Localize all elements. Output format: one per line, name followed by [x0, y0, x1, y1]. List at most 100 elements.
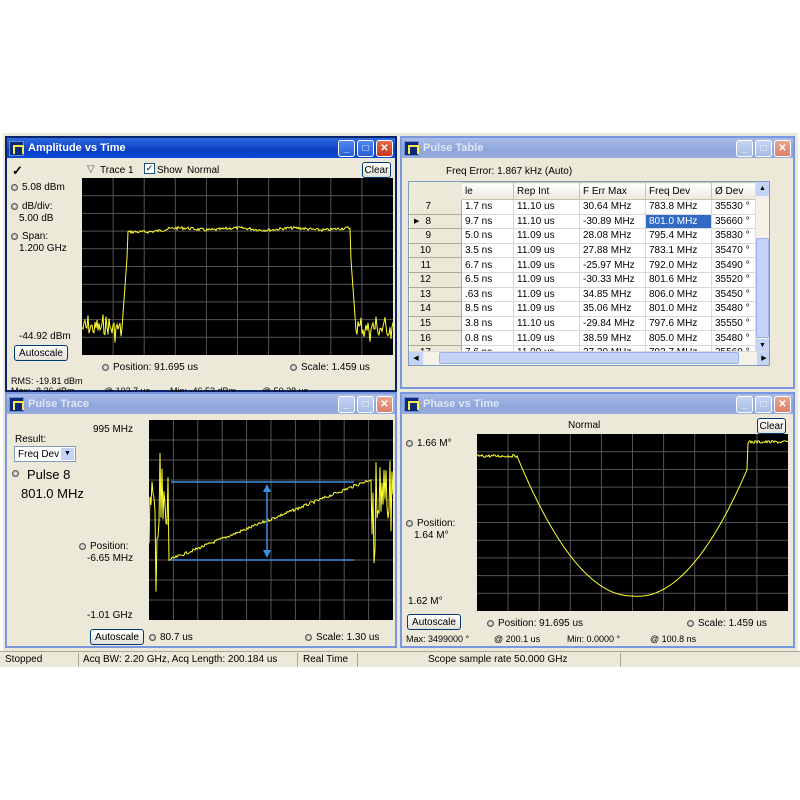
- table-cell[interactable]: 5.0 ns: [461, 228, 514, 244]
- top-value[interactable]: 1.66 M°: [406, 438, 452, 449]
- table-cell[interactable]: 801.0 MHz: [645, 301, 712, 317]
- minimize-button[interactable]: _: [736, 139, 753, 157]
- clear-button[interactable]: Clear: [757, 418, 786, 434]
- table-cell[interactable]: 11.10 us: [513, 199, 580, 215]
- table-cell[interactable]: 6.7 ns: [461, 257, 514, 273]
- table-cell[interactable]: 805.0 MHz: [645, 330, 712, 346]
- pulse-table-window[interactable]: Pulse Table _ □ ✕ Freq Error: 1.867 kHz …: [400, 136, 795, 389]
- table-row[interactable]: 11 6.7 ns 11.09 us -25.97 MHz 792.0 MHz 35490…: [409, 257, 769, 273]
- ref-level-value[interactable]: 5.08 dBm: [11, 182, 65, 193]
- table-cell[interactable]: 783.8 MHz: [645, 199, 712, 215]
- table-row[interactable]: 16 0.8 ns 11.09 us 38.59 MHz 805.0 MHz 35480 …: [409, 330, 769, 346]
- table-cell[interactable]: 11.09 us: [513, 257, 580, 273]
- row-number-cell[interactable]: 12: [409, 271, 462, 288]
- horizontal-scrollbar[interactable]: ◀ ▶: [409, 351, 769, 365]
- row-number-cell[interactable]: 16: [409, 330, 462, 346]
- table-cell[interactable]: 11.09 us: [513, 228, 580, 244]
- autoscale-button[interactable]: Autoscale: [14, 345, 68, 361]
- table-cell[interactable]: 35.06 MHz: [579, 301, 646, 317]
- table-cell[interactable]: 6.5 ns: [461, 271, 514, 288]
- pulse-table-titlebar[interactable]: Pulse Table _ □ ✕: [402, 138, 793, 158]
- table-cell[interactable]: -25.97 MHz: [579, 257, 646, 273]
- phase-plot[interactable]: [477, 434, 788, 611]
- clear-button[interactable]: Clear: [362, 162, 391, 178]
- table-cell[interactable]: -30.89 MHz: [579, 213, 646, 230]
- time-readout[interactable]: 80.7 us: [149, 632, 193, 643]
- dbdiv-label[interactable]: dB/div:: [11, 201, 53, 212]
- table-row[interactable]: 14 8.5 ns 11.09 us 35.06 MHz 801.0 MHz 35480 …: [409, 301, 769, 317]
- scroll-up-arrow[interactable]: ▲: [756, 182, 769, 196]
- table-cell[interactable]: 8.5 ns: [461, 301, 514, 317]
- table-row[interactable]: 12 6.5 ns 11.09 us -30.33 MHz 801.6 MHz 35520…: [409, 271, 769, 288]
- table-cell[interactable]: 11.09 us: [513, 301, 580, 317]
- table-row[interactable]: 9 5.0 ns 11.09 us 28.08 MHz 795.4 MHz 35830 °: [409, 228, 769, 244]
- phase-titlebar[interactable]: Phase vs Time _ □ ✕: [402, 394, 793, 414]
- chevron-down-icon[interactable]: ▼: [61, 448, 74, 460]
- maximize-button[interactable]: □: [755, 139, 772, 157]
- table-cell[interactable]: 9.7 ns: [461, 213, 514, 230]
- table-cell[interactable]: 801.6 MHz: [645, 271, 712, 288]
- pulse-table[interactable]: le Rep Int F Err Max Freq Dev Ø Dev 7 1.7…: [408, 181, 770, 366]
- minimize-button[interactable]: _: [338, 395, 355, 413]
- phase-vs-time-window[interactable]: Phase vs Time _ □ ✕ Normal Clear 1.66 M°…: [400, 392, 795, 648]
- table-cell[interactable]: 3.8 ns: [461, 315, 514, 332]
- span-label[interactable]: Span:: [11, 231, 48, 242]
- table-cell[interactable]: 11.10 us: [513, 315, 580, 332]
- close-button[interactable]: ✕: [774, 395, 791, 413]
- table-cell[interactable]: 3.5 ns: [461, 242, 514, 259]
- pulse-trace-titlebar[interactable]: Pulse Trace _ □ ✕: [7, 394, 395, 414]
- vertical-scrollbar[interactable]: ▲ ▼: [755, 182, 769, 353]
- amplitude-titlebar[interactable]: Amplitude vs Time _ □ ✕: [7, 138, 395, 158]
- row-number-cell[interactable]: 15: [409, 315, 462, 332]
- close-button[interactable]: ✕: [376, 139, 393, 157]
- table-cell[interactable]: 11.09 us: [513, 242, 580, 259]
- table-cell[interactable]: 1.7 ns: [461, 199, 514, 215]
- pulse-trace-plot[interactable]: [149, 420, 393, 620]
- row-number-cell[interactable]: 9: [409, 228, 462, 244]
- table-cell[interactable]: 801.0 MHz: [645, 213, 712, 230]
- row-number-cell[interactable]: 11: [409, 257, 462, 273]
- scale-readout[interactable]: Scale: 1.459 us: [290, 362, 370, 373]
- autoscale-button[interactable]: Autoscale: [407, 614, 461, 630]
- minimize-button[interactable]: _: [338, 139, 355, 157]
- close-button[interactable]: ✕: [774, 139, 791, 157]
- close-button[interactable]: ✕: [376, 395, 393, 413]
- row-number-cell[interactable]: 8 ▶: [409, 213, 462, 230]
- trace-selector[interactable]: Trace 1: [100, 165, 134, 176]
- maximize-button[interactable]: □: [357, 139, 374, 157]
- scroll-thumb[interactable]: [439, 352, 739, 364]
- table-row[interactable]: 7 1.7 ns 11.10 us 30.64 MHz 783.8 MHz 35530 °: [409, 199, 769, 215]
- table-cell[interactable]: 0.8 ns: [461, 330, 514, 346]
- table-cell[interactable]: 11.09 us: [513, 286, 580, 303]
- table-cell[interactable]: -29.84 MHz: [579, 315, 646, 332]
- row-number-cell[interactable]: 13: [409, 286, 462, 303]
- column-header[interactable]: le: [461, 182, 514, 200]
- scale-readout[interactable]: Scale: 1.30 us: [305, 632, 379, 643]
- table-cell[interactable]: 783.1 MHz: [645, 242, 712, 259]
- scroll-right-arrow[interactable]: ▶: [757, 352, 769, 365]
- pulse-trace-window[interactable]: Pulse Trace _ □ ✕ 995 MHz Result: Freq D…: [5, 392, 397, 648]
- column-header[interactable]: Freq Dev: [645, 182, 712, 200]
- table-cell[interactable]: 792.0 MHz: [645, 257, 712, 273]
- table-row[interactable]: 10 3.5 ns 11.09 us 27.88 MHz 783.1 MHz 35470 …: [409, 242, 769, 259]
- show-checkbox[interactable]: ✓: [144, 163, 155, 174]
- table-cell[interactable]: 38.59 MHz: [579, 330, 646, 346]
- position-readout[interactable]: Position: 91.695 us: [487, 618, 583, 629]
- column-header[interactable]: F Err Max: [579, 182, 646, 200]
- row-number-cell[interactable]: 14: [409, 301, 462, 317]
- table-cell[interactable]: .63 ns: [461, 286, 514, 303]
- table-cell[interactable]: 30.64 MHz: [579, 199, 646, 215]
- scale-readout[interactable]: Scale: 1.459 us: [687, 618, 767, 629]
- table-cell[interactable]: 797.6 MHz: [645, 315, 712, 332]
- trace-dropdown-icon[interactable]: ▽: [87, 164, 95, 175]
- table-row[interactable]: 8 ▶ 9.7 ns 11.10 us -30.89 MHz 801.0 MHz 35660…: [409, 213, 769, 230]
- position-label[interactable]: Position:: [406, 518, 455, 529]
- maximize-button[interactable]: □: [357, 395, 374, 413]
- column-header[interactable]: Rep Int: [513, 182, 580, 200]
- table-cell[interactable]: 806.0 MHz: [645, 286, 712, 303]
- row-number-cell[interactable]: 7: [409, 199, 462, 215]
- scroll-thumb[interactable]: [756, 238, 769, 338]
- table-cell[interactable]: 27.88 MHz: [579, 242, 646, 259]
- table-cell[interactable]: 11.09 us: [513, 271, 580, 288]
- row-number-cell[interactable]: 10: [409, 242, 462, 259]
